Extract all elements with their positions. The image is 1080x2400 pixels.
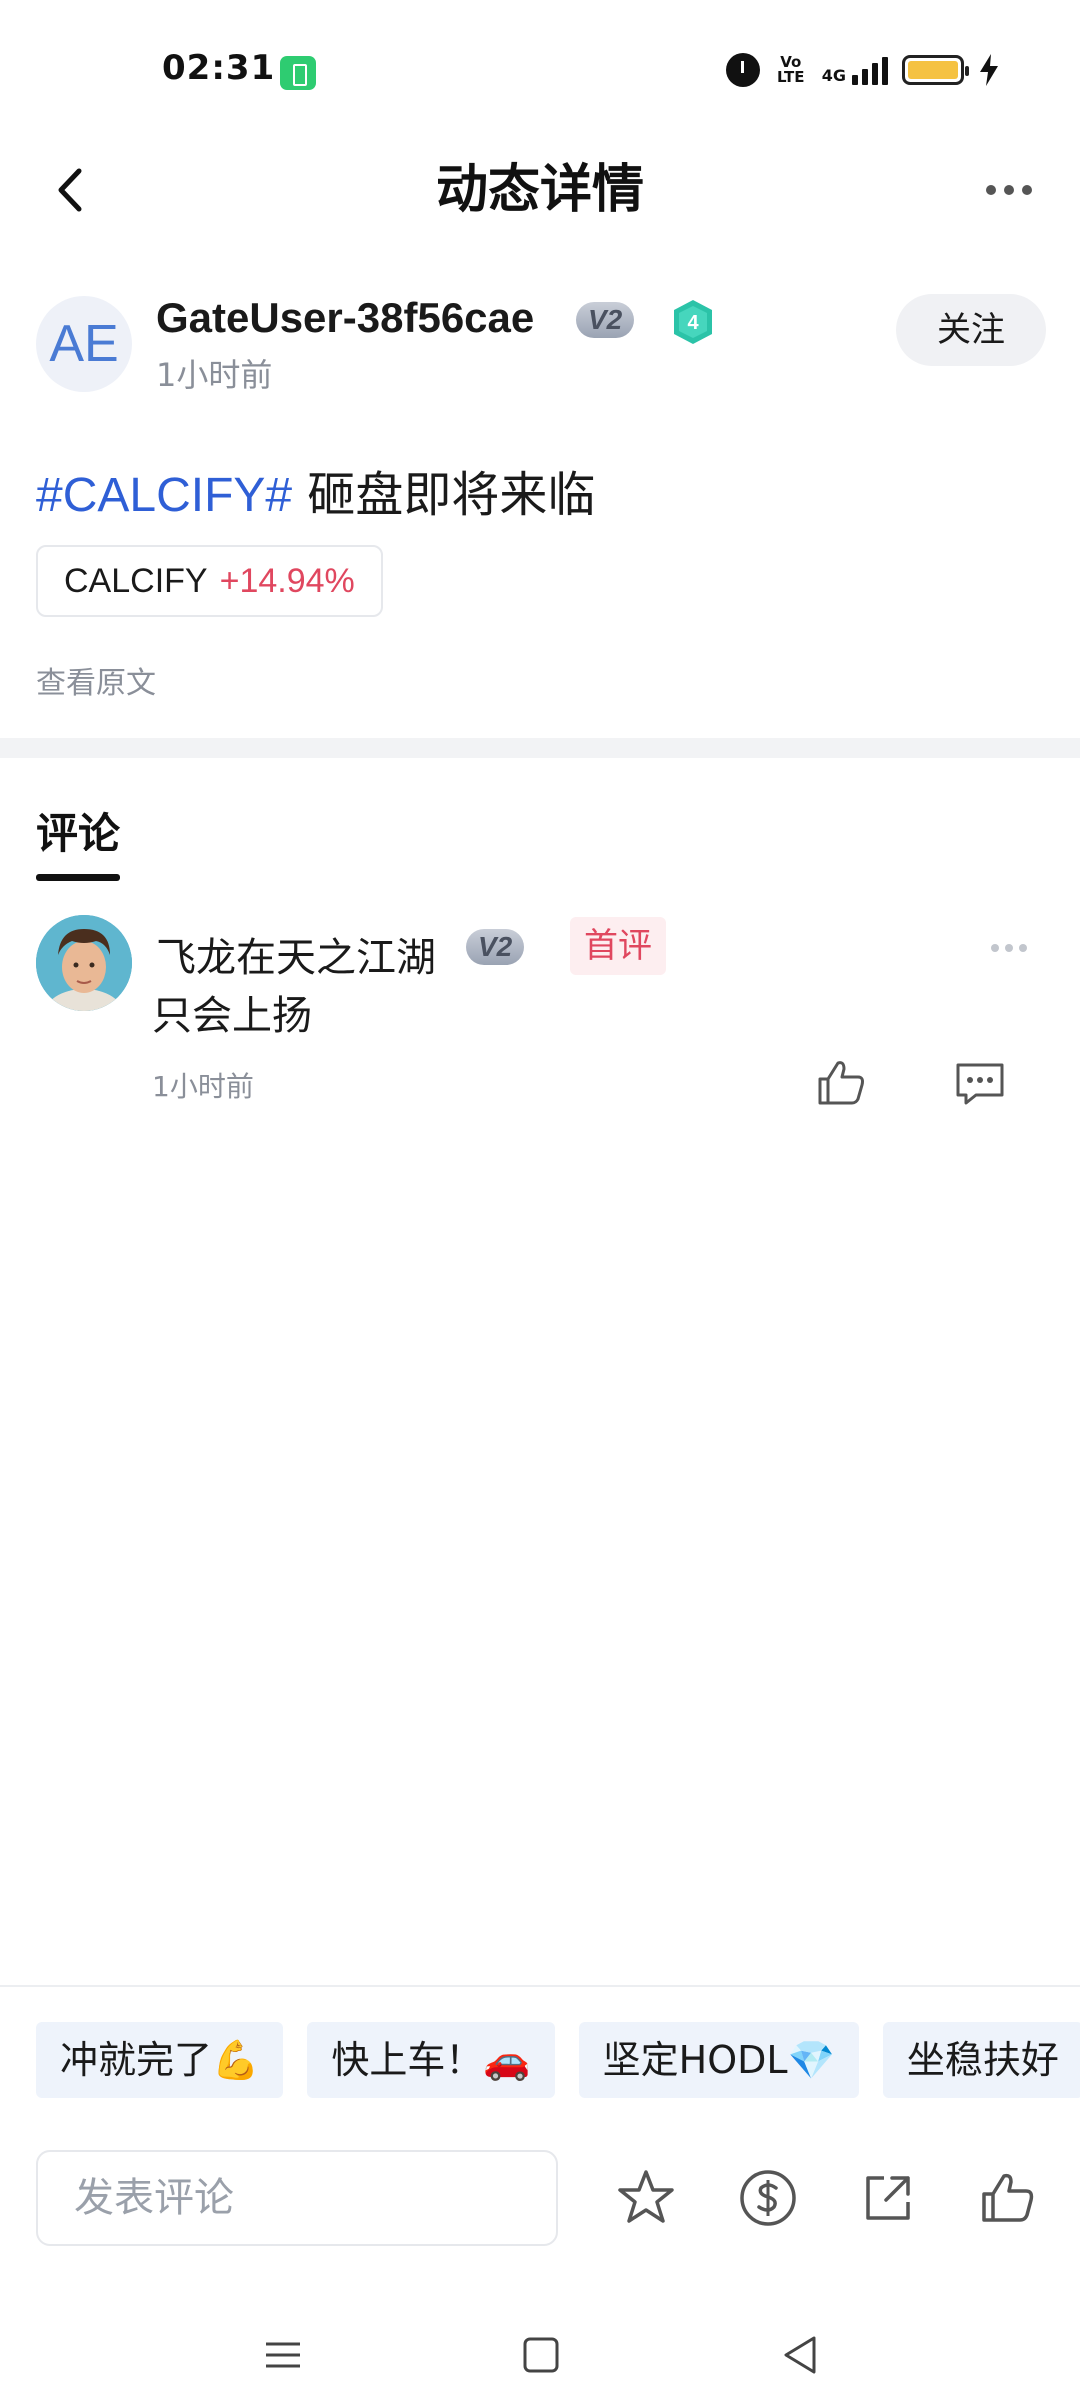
vip-badge: V2 bbox=[466, 929, 525, 965]
home-icon[interactable] bbox=[516, 2330, 566, 2380]
share-icon[interactable] bbox=[856, 2166, 920, 2230]
quick-reply-bar: 冲就完了💪 快上车！🚗 坚定HODL💎 坐稳扶好 bbox=[36, 2022, 1080, 2098]
comment-time: 1小时前 bbox=[152, 1070, 254, 1103]
vip-badge: V2 bbox=[576, 302, 635, 338]
more-dot bbox=[1019, 944, 1027, 952]
hashtag-link[interactable]: #CALCIFY# bbox=[36, 469, 292, 522]
more-dot bbox=[1004, 185, 1014, 195]
author-name[interactable]: GateUser-38f56cae bbox=[156, 294, 534, 342]
star-icon[interactable] bbox=[614, 2166, 678, 2230]
quick-reply-chip[interactable]: 快上车！🚗 bbox=[307, 2022, 555, 2098]
comment-icon[interactable] bbox=[952, 1055, 1008, 1111]
follow-button[interactable]: 关注 bbox=[896, 294, 1046, 366]
coin-name: CALCIFY bbox=[64, 561, 208, 600]
signal-icon: 4G bbox=[822, 55, 888, 85]
comment-input[interactable] bbox=[38, 2152, 556, 2244]
first-comment-badge: 首评 bbox=[570, 917, 666, 975]
level-number: 4 bbox=[687, 312, 699, 334]
more-options-button[interactable] bbox=[974, 160, 1044, 220]
status-indicators: Vo LTE 4G bbox=[725, 50, 1000, 90]
avatar-image bbox=[36, 915, 132, 1011]
tab-indicator bbox=[36, 874, 120, 881]
quick-reply-chip[interactable]: 坚定HODL💎 bbox=[578, 2022, 859, 2098]
comment-item: 飞龙在天之江湖 V2 首评 只会上扬 1小时前 bbox=[36, 915, 1044, 1115]
comment-more-button[interactable] bbox=[974, 933, 1044, 963]
more-dot bbox=[991, 944, 999, 952]
more-dot bbox=[986, 185, 996, 195]
author-header: AE GateUser-38f56cae V2 4 1小时前 关注 bbox=[36, 290, 1046, 400]
commenter-avatar[interactable] bbox=[36, 915, 132, 1011]
network-label: 4G bbox=[821, 66, 846, 85]
battery-icon bbox=[902, 55, 969, 85]
coin-change: +14.94% bbox=[219, 561, 355, 600]
nav-bar: 动态详情 bbox=[0, 140, 1080, 270]
bottom-divider bbox=[0, 1985, 1080, 1987]
coin-tag[interactable]: CALCIFY +14.94% bbox=[36, 545, 383, 617]
post-content: #CALCIFY# 砸盘即将来临 bbox=[36, 455, 595, 525]
comment-input-container bbox=[36, 2150, 558, 2246]
level-badge-icon: 4 bbox=[674, 300, 712, 344]
author-avatar[interactable]: AE bbox=[36, 296, 132, 392]
tab-comments[interactable]: 评论 bbox=[36, 800, 120, 861]
volte-indicator: Vo LTE bbox=[776, 53, 805, 86]
charging-icon bbox=[980, 54, 998, 86]
battery-saver-icon bbox=[280, 56, 316, 90]
comment-text: 只会上扬 bbox=[152, 993, 312, 1039]
commenter-name[interactable]: 飞龙在天之江湖 bbox=[156, 925, 436, 983]
system-nav-bar bbox=[0, 2300, 1080, 2400]
menu-icon[interactable] bbox=[258, 2330, 308, 2380]
alarm-icon bbox=[725, 53, 760, 87]
quick-reply-chip[interactable]: 冲就完了💪 bbox=[36, 2022, 284, 2098]
status-time: 02:31 bbox=[162, 48, 276, 88]
more-dot bbox=[1005, 944, 1013, 952]
thumbs-up-icon[interactable] bbox=[814, 1055, 870, 1111]
quick-reply-chip[interactable]: 坐稳扶好 bbox=[882, 2022, 1080, 2098]
post-text: 砸盘即将来临 bbox=[292, 467, 596, 523]
section-divider bbox=[0, 738, 1080, 758]
page-title: 动态详情 bbox=[435, 160, 644, 220]
view-original-link[interactable]: 查看原文 bbox=[36, 658, 156, 702]
more-dot bbox=[1022, 185, 1032, 195]
back-nav-icon[interactable] bbox=[776, 2330, 826, 2380]
status-bar: 02:31 Vo LTE 4G bbox=[0, 0, 1080, 140]
post-time: 1小时前 bbox=[156, 356, 273, 394]
coin-icon[interactable] bbox=[736, 2166, 800, 2230]
thumbs-up-icon[interactable] bbox=[976, 2166, 1040, 2230]
